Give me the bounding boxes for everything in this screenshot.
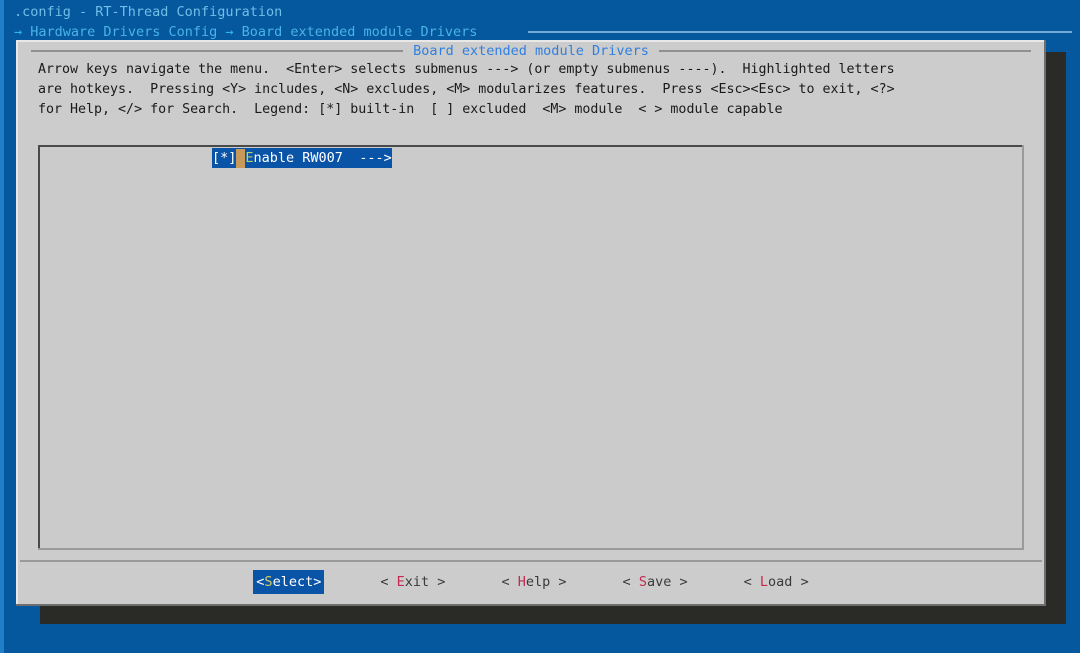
load-button-left-bracket: <: [743, 574, 752, 590]
select-button-hotkey: S: [264, 574, 273, 590]
breadcrumb-item-board-extended-module-drivers[interactable]: Board extended module Drivers: [242, 24, 478, 40]
menuconfig-dialog: Board extended module Drivers Arrow keys…: [16, 40, 1046, 606]
dialog-shadow-right: [1046, 52, 1066, 618]
exit-button-label: xit: [404, 574, 430, 590]
help-button-left-bracket: <: [501, 574, 510, 590]
dialog-frame-left: [16, 40, 18, 606]
select-button[interactable]: <Select>: [253, 570, 325, 594]
load-button[interactable]: < Load >: [744, 570, 809, 594]
breadcrumb-arrow-icon-2: →: [225, 24, 234, 40]
menu-item-hotkey: E: [245, 150, 254, 166]
help-button-pre: [510, 574, 518, 590]
button-bar: <Select> < Exit > < Help > < Save > < Lo…: [16, 570, 1046, 594]
load-button-post: [792, 574, 800, 590]
listbox-border-left: [38, 145, 40, 550]
help-line-2: are hotkeys. Pressing <Y> includes, <N> …: [38, 82, 895, 97]
submenu-arrow-icon: --->: [359, 150, 392, 166]
cursor-block-icon: [236, 148, 246, 168]
button-bar-separator: [20, 560, 1042, 562]
load-button-label: oad: [768, 574, 793, 590]
menu-item-content: [*] Enable RW007 --->: [212, 148, 392, 168]
dialog-title-rule-left: [31, 50, 404, 52]
save-button-hotkey: S: [638, 574, 647, 590]
help-text: Arrow keys navigate the menu. <Enter> se…: [38, 60, 895, 120]
save-button-right-bracket: >: [679, 574, 688, 590]
help-button-label: elp: [525, 574, 551, 590]
menu-listbox[interactable]: [*] Enable RW007 --->: [38, 145, 1024, 550]
menu-item-spacer: [343, 148, 359, 168]
help-button[interactable]: < Help >: [501, 570, 566, 594]
terminal-screen: .config - RT-Thread Configuration → Hard…: [0, 0, 1080, 653]
help-line-1: Arrow keys navigate the menu. <Enter> se…: [38, 62, 895, 77]
menu-item-list: [*] Enable RW007 --->: [40, 148, 1022, 168]
exit-button-hotkey: E: [396, 574, 405, 590]
menu-item-label: nable RW007: [253, 150, 343, 166]
dialog-frame-right: [1044, 40, 1046, 606]
listbox-border-bottom: [38, 548, 1024, 550]
select-button-label: elect: [272, 574, 314, 590]
select-button-right-bracket: >: [313, 574, 322, 590]
menu-item-checkbox[interactable]: [*]: [212, 148, 236, 168]
save-button-left-bracket: <: [622, 574, 631, 590]
screen-left-edge-strip: [0, 0, 4, 653]
breadcrumb: → Hardware Drivers Config → Board extend…: [14, 22, 477, 42]
listbox-border-top: [38, 145, 1024, 147]
save-button[interactable]: < Save >: [623, 570, 688, 594]
breadcrumb-arrow-icon: →: [14, 24, 23, 40]
dialog-title-rule-right: [658, 50, 1031, 52]
help-button-hotkey: H: [517, 574, 526, 590]
window-title: .config - RT-Thread Configuration: [14, 4, 283, 20]
breadcrumb-rule: [528, 31, 1072, 33]
dialog-frame-bottom: [16, 604, 1046, 606]
listbox-border-right: [1022, 145, 1024, 550]
exit-button-pre: [388, 574, 396, 590]
save-button-pre: [631, 574, 639, 590]
dialog-shadow-bottom: [40, 606, 1066, 624]
load-button-right-bracket: >: [800, 574, 809, 590]
exit-button-right-bracket: >: [437, 574, 446, 590]
load-button-pre: [752, 574, 760, 590]
save-button-label: ave: [646, 574, 672, 590]
dialog-title: Board extended module Drivers: [413, 43, 649, 59]
menu-item-enable-rw007[interactable]: [*] Enable RW007 --->: [40, 148, 1022, 168]
help-button-right-bracket: >: [558, 574, 567, 590]
breadcrumb-spacer-3: [234, 24, 242, 40]
dialog-title-row: Board extended module Drivers: [16, 41, 1046, 61]
exit-button[interactable]: < Exit >: [380, 570, 445, 594]
breadcrumb-item-hardware-drivers-config[interactable]: Hardware Drivers Config: [30, 24, 217, 40]
help-line-3: for Help, </> for Search. Legend: [*] bu…: [38, 102, 783, 117]
load-button-hotkey: L: [759, 574, 769, 590]
